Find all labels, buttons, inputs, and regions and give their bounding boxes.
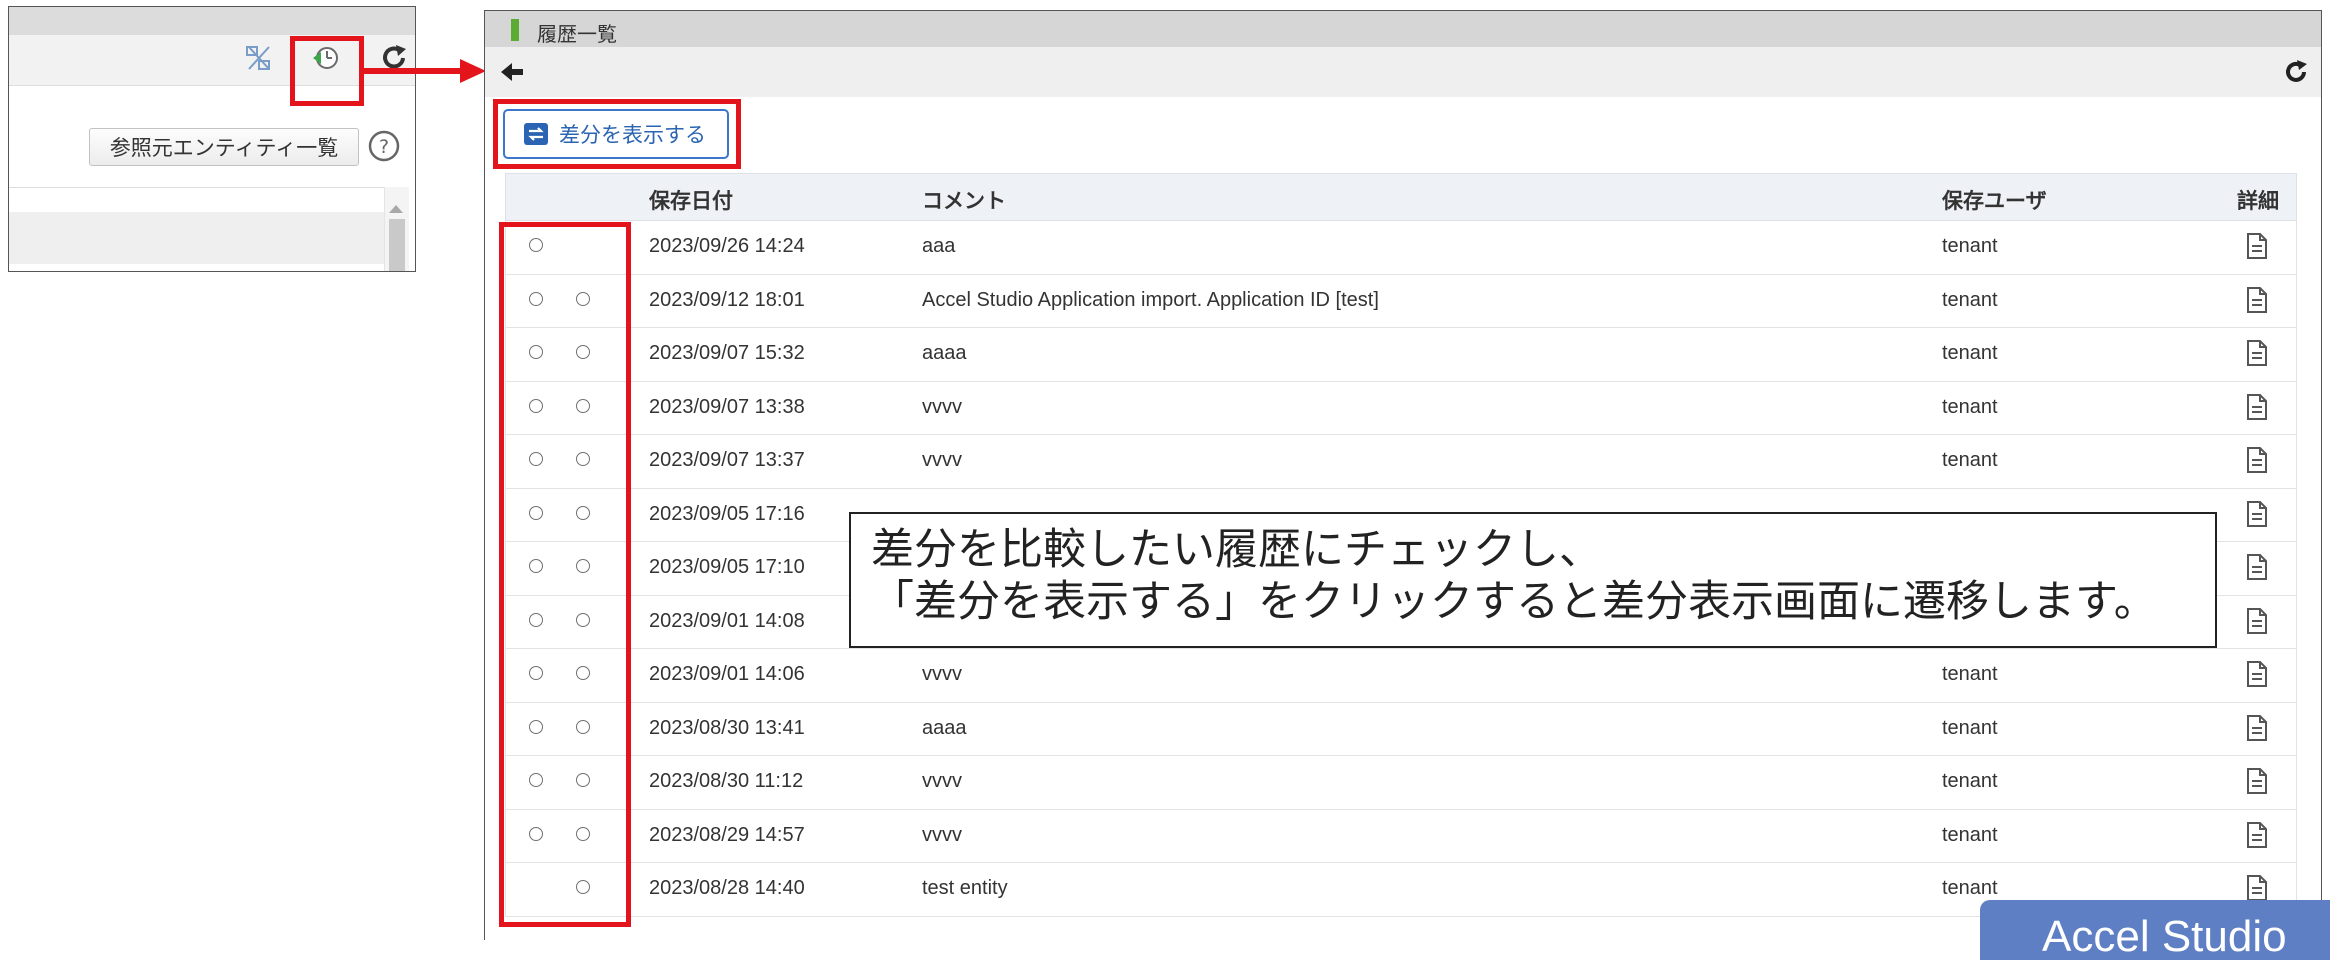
window-title: 履歴一覧 (537, 24, 617, 46)
comment-cell: vvvv (922, 770, 962, 792)
comment-cell: aaaa (922, 716, 967, 739)
save-date-cell: 2023/09/07 15:32 (649, 342, 805, 364)
table-header: 保存日付 コメント 保存ユーザ 詳細 (505, 173, 2297, 221)
save-date-cell: 2023/09/12 18:01 (649, 288, 805, 311)
window-header: 履歴一覧 (485, 11, 2321, 47)
save-date-cell: 2023/08/30 11:12 (649, 770, 804, 792)
detail-document-icon[interactable] (2246, 714, 2268, 742)
column-header-detail: 詳細 (2237, 190, 2279, 213)
table-row[interactable]: 2023/08/30 11:12 vvvv tenant (505, 756, 2297, 810)
detail-document-icon[interactable] (2246, 446, 2268, 474)
save-date-cell: 2023/08/30 13:41 (649, 716, 805, 739)
detail-document-icon[interactable] (2246, 767, 2268, 795)
user-cell: tenant (1942, 342, 1998, 364)
refresh-icon[interactable] (2281, 57, 2311, 87)
save-date-cell: 2023/09/01 14:08 (649, 609, 805, 632)
user-cell: tenant (1942, 770, 1998, 792)
detail-document-icon[interactable] (2246, 232, 2268, 260)
help-icon[interactable]: ? (365, 127, 403, 165)
nav-bar (485, 47, 2321, 97)
list-item[interactable] (9, 212, 385, 264)
user-cell: tenant (1942, 877, 1998, 899)
comment-cell: vvvv (922, 395, 962, 418)
pointer-arrow-icon (362, 59, 486, 83)
callout-line-1: 差分を比較したい履歴にチェックし、 (871, 525, 1602, 575)
comment-cell: vvvv (922, 449, 962, 471)
save-date-cell: 2023/08/29 14:57 (649, 823, 805, 846)
save-date-cell: 2023/09/01 14:06 (649, 663, 805, 685)
svg-text:?: ? (379, 136, 389, 158)
instruction-callout: 差分を比較したい履歴にチェックし、 「差分を表示する」をクリックすると差分表示画… (849, 512, 2217, 648)
detail-document-icon[interactable] (2246, 286, 2268, 314)
cross-link-icon[interactable] (241, 41, 275, 75)
column-header-date[interactable]: 保存日付 (649, 185, 733, 215)
scroll-up-arrow-icon[interactable] (389, 205, 403, 213)
comment-cell: aaa (922, 235, 956, 257)
table-row[interactable]: 2023/08/30 13:41 aaaa tenant (505, 702, 2297, 756)
save-date-cell: 2023/09/05 17:16 (649, 502, 805, 525)
comment-cell: vvvv (922, 823, 962, 846)
header-accent-bar (511, 19, 519, 41)
table-row[interactable]: 2023/08/29 14:57 vvvv tenant (505, 809, 2297, 863)
user-cell: tenant (1942, 235, 1998, 257)
detail-document-icon[interactable] (2246, 821, 2268, 849)
detail-document-icon[interactable] (2246, 339, 2268, 367)
user-cell: tenant (1942, 449, 1998, 471)
back-arrow-icon[interactable] (499, 59, 527, 85)
detail-document-icon[interactable] (2246, 393, 2268, 421)
save-date-cell: 2023/09/07 13:37 (649, 449, 805, 471)
comment-cell: aaaa (922, 342, 967, 364)
save-date-cell: 2023/09/26 14:24 (649, 235, 805, 257)
referencing-entities-button[interactable]: 参照元エンティティ一覧 (89, 128, 359, 166)
user-cell: tenant (1942, 823, 1998, 846)
user-cell: tenant (1942, 716, 1998, 739)
user-cell: tenant (1942, 663, 1998, 685)
diff-button-highlight (493, 99, 741, 169)
scroll-thumb[interactable] (389, 219, 405, 271)
table-row[interactable]: 2023/09/07 15:32 aaaa tenant (505, 328, 2297, 382)
user-cell: tenant (1942, 288, 1998, 311)
table-row[interactable]: 2023/09/01 14:06 vvvv tenant (505, 649, 2297, 703)
accel-studio-tag: Accel Studio (1980, 900, 2330, 960)
comment-cell: Accel Studio Application import. Applica… (922, 288, 1379, 311)
user-cell: tenant (1942, 395, 1998, 418)
column-header-user[interactable]: 保存ユーザ (1942, 185, 2047, 215)
window-title-strip (9, 7, 415, 35)
radio-column-highlight (499, 222, 631, 927)
save-date-cell: 2023/08/28 14:40 (649, 877, 805, 899)
detail-document-icon[interactable] (2246, 607, 2268, 635)
table-row[interactable]: 2023/09/07 13:38 vvvv tenant (505, 381, 2297, 435)
detail-document-icon[interactable] (2246, 874, 2268, 902)
table-row[interactable]: 2023/09/26 14:24 aaa tenant (505, 221, 2297, 275)
callout-line-2: 「差分を表示する」をクリックすると差分表示画面に遷移します。 (871, 577, 2157, 627)
detail-document-icon[interactable] (2246, 553, 2268, 581)
history-icon-highlight (290, 36, 364, 106)
table-row[interactable]: 2023/09/07 13:37 vvvv tenant (505, 435, 2297, 489)
comment-cell: test entity (922, 877, 1008, 899)
column-header-comment[interactable]: コメント (922, 185, 1006, 215)
history-list-window: 履歴一覧 差分を表示する 保存日付 コメント 保存ユーザ 詳細 2023/09/… (484, 10, 2322, 940)
detail-document-icon[interactable] (2246, 660, 2268, 688)
detail-document-icon[interactable] (2246, 500, 2268, 528)
save-date-cell: 2023/09/05 17:10 (649, 556, 805, 578)
save-date-cell: 2023/09/07 13:38 (649, 395, 805, 418)
comment-cell: vvvv (922, 663, 962, 685)
table-row[interactable]: 2023/09/12 18:01 Accel Studio Application… (505, 274, 2297, 328)
